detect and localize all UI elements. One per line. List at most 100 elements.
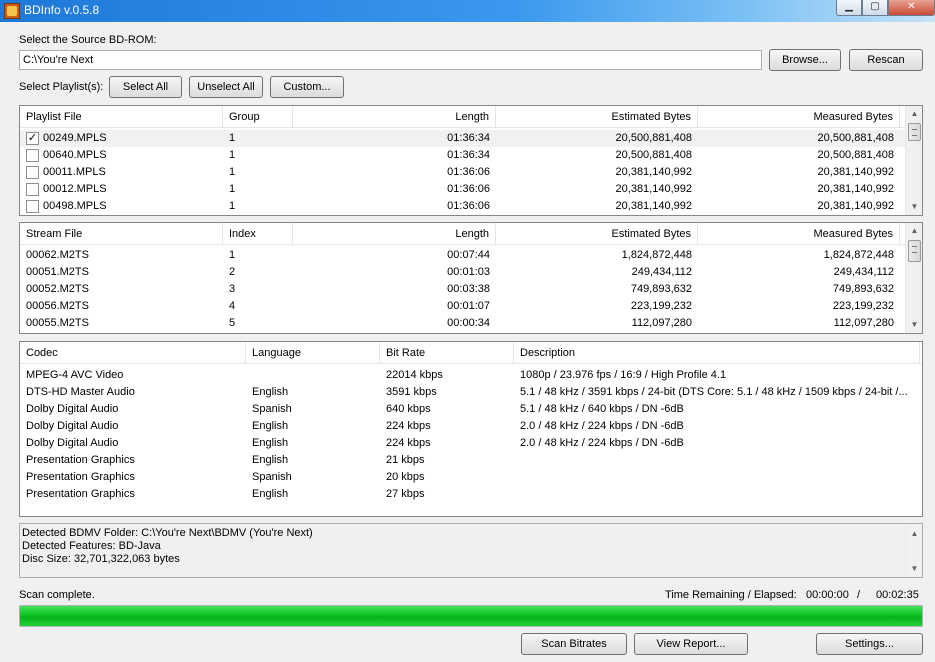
source-path-input[interactable]: C:\You're Next [19,50,762,70]
browse-button[interactable]: Browse... [769,49,841,71]
table-row[interactable]: 00640.MPLS 1 01:36:34 20,500,881,408 20,… [20,147,905,164]
codec-cell: Dolby Digital Audio [26,403,119,415]
group-cell: 1 [229,200,236,212]
table-row[interactable]: 00055.M2TS 5 00:00:34 112,097,280 112,09… [20,315,905,332]
bit-rate-cell: 224 kbps [386,437,431,449]
status-text: Scan complete. [19,589,95,601]
description-cell: 2.0 / 48 kHz / 224 kbps / DN -6dB [520,420,684,432]
table-row[interactable]: MPEG-4 AVC Video 22014 kbps 1080p / 23.9… [20,367,922,384]
time-remaining: 00:00:00 [806,589,849,601]
column-header-description[interactable]: Description [514,342,920,364]
bit-rate-cell: 640 kbps [386,403,431,415]
measured-bytes-cell: 20,381,140,992 [817,183,894,195]
playlist-grid[interactable]: Playlist File Group Length Estimated Byt… [19,105,923,216]
column-header-length[interactable]: Length [293,223,496,245]
length-cell: 00:01:07 [447,300,490,312]
length-cell: 01:36:06 [447,183,490,195]
select-all-button[interactable]: Select All [109,76,182,98]
table-row[interactable]: ✓ 00249.MPLS 1 01:36:34 20,500,881,408 2… [20,130,905,147]
column-header-playlist-file[interactable]: Playlist File [20,106,223,128]
rescan-button[interactable]: Rescan [849,49,923,71]
window-title: BDInfo v.0.5.8 [24,3,100,17]
stream-scrollbar[interactable]: ▲ ▼ [905,223,922,333]
scroll-up-arrow-icon[interactable]: ▲ [906,526,923,542]
playlist-file-cell: 00012.MPLS [43,183,107,195]
maximize-button[interactable]: ▢ [862,0,888,16]
length-cell: 00:03:38 [447,283,490,295]
scroll-down-arrow-icon[interactable]: ▼ [906,317,922,333]
index-cell: 2 [229,266,236,278]
info-scrollbar[interactable]: ▲ ▼ [905,524,922,577]
codec-cell: Presentation Graphics [26,454,135,466]
column-header-estimated-bytes[interactable]: Estimated Bytes [496,106,698,128]
table-row[interactable]: Dolby Digital Audio English 224 kbps 2.0… [20,418,922,435]
table-row[interactable]: Presentation Graphics Spanish 20 kbps [20,469,922,486]
table-row[interactable]: DTS-HD Master Audio English 3591 kbps 5.… [20,384,922,401]
column-header-measured-bytes[interactable]: Measured Bytes [698,106,900,128]
column-header-bit-rate[interactable]: Bit Rate [380,342,514,364]
scan-progress-bar [19,605,923,627]
bit-rate-cell: 27 kbps [386,488,425,500]
table-row[interactable]: 00056.M2TS 4 00:01:07 223,199,232 223,19… [20,298,905,315]
progress-fill [20,606,922,626]
time-separator: / [857,589,861,601]
scroll-thumb[interactable] [908,240,921,262]
close-button[interactable]: ✕ [888,0,935,16]
table-row[interactable]: 00062.M2TS 1 00:07:44 1,824,872,448 1,82… [20,247,905,264]
table-row[interactable]: 00012.MPLS 1 01:36:06 20,381,140,992 20,… [20,181,905,198]
column-header-estimated-bytes[interactable]: Estimated Bytes [496,223,698,245]
estimated-bytes-cell: 20,381,140,992 [615,200,692,212]
language-cell: English [252,454,289,466]
group-cell: 1 [229,132,236,144]
table-row[interactable]: Presentation Graphics English 27 kbps [20,486,922,503]
table-row[interactable]: 00011.MPLS 1 01:36:06 20,381,140,992 20,… [20,164,905,181]
scroll-thumb[interactable] [908,123,921,141]
bit-rate-cell: 224 kbps [386,420,431,432]
table-row[interactable]: 00052.M2TS 3 00:03:38 749,893,632 749,89… [20,281,905,298]
table-row[interactable]: Dolby Digital Audio English 224 kbps 2.0… [20,435,922,452]
scroll-up-arrow-icon[interactable]: ▲ [906,106,922,122]
playlist-grid-header: Playlist File Group Length Estimated Byt… [20,106,905,128]
column-header-stream-file[interactable]: Stream File [20,223,223,245]
bit-rate-cell: 21 kbps [386,454,425,466]
measured-bytes-cell: 112,097,280 [833,317,894,329]
minimize-button[interactable]: ▁ [836,0,862,16]
codec-cell: Dolby Digital Audio [26,420,119,432]
column-header-length[interactable]: Length [293,106,496,128]
scroll-down-arrow-icon[interactable]: ▼ [906,199,922,215]
codec-grid-header: Codec Language Bit Rate Description [20,342,922,364]
scan-bitrates-button[interactable]: Scan Bitrates [521,633,627,655]
playlist-scrollbar[interactable]: ▲ ▼ [905,106,922,215]
custom-button[interactable]: Custom... [270,76,344,98]
scroll-up-arrow-icon[interactable]: ▲ [906,223,922,239]
length-cell: 00:00:34 [447,317,490,329]
table-row[interactable]: 00498.MPLS 1 01:36:06 20,381,140,992 20,… [20,198,905,215]
table-row[interactable]: Dolby Digital Audio Spanish 640 kbps 5.1… [20,401,922,418]
playlist-file-cell: 00011.MPLS [43,166,106,178]
stream-file-cell: 00056.M2TS [26,300,89,312]
disc-size-line: Disc Size: 32,701,322,063 bytes [22,553,180,565]
bdmv-folder-line: Detected BDMV Folder: C:\You're Next\BDM… [22,527,313,539]
codec-grid[interactable]: Codec Language Bit Rate Description MPEG… [19,341,923,517]
stream-grid[interactable]: Stream File Index Length Estimated Bytes… [19,222,923,334]
disc-info-textbox[interactable]: Detected BDMV Folder: C:\You're Next\BDM… [19,523,923,578]
column-header-measured-bytes[interactable]: Measured Bytes [698,223,900,245]
column-header-codec[interactable]: Codec [20,342,246,364]
column-header-index[interactable]: Index [223,223,293,245]
table-row[interactable]: 00051.M2TS 2 00:01:03 249,434,112 249,43… [20,264,905,281]
features-line: Detected Features: BD-Java [22,540,161,552]
scroll-down-arrow-icon[interactable]: ▼ [906,561,923,577]
column-header-language[interactable]: Language [246,342,380,364]
source-label: Select the Source BD-ROM: [19,34,157,46]
estimated-bytes-cell: 20,381,140,992 [615,183,692,195]
settings-button[interactable]: Settings... [816,633,923,655]
description-cell: 2.0 / 48 kHz / 224 kbps / DN -6dB [520,437,684,449]
view-report-button[interactable]: View Report... [634,633,748,655]
language-cell: English [252,488,289,500]
estimated-bytes-cell: 112,097,280 [631,317,692,329]
column-header-group[interactable]: Group [223,106,293,128]
table-row[interactable]: Presentation Graphics English 21 kbps [20,452,922,469]
title-bar[interactable]: BDInfo v.0.5.8 ▁ ▢ ✕ [0,0,935,22]
description-cell: 5.1 / 48 kHz / 640 kbps / DN -6dB [520,403,684,415]
unselect-all-button[interactable]: Unselect All [189,76,263,98]
